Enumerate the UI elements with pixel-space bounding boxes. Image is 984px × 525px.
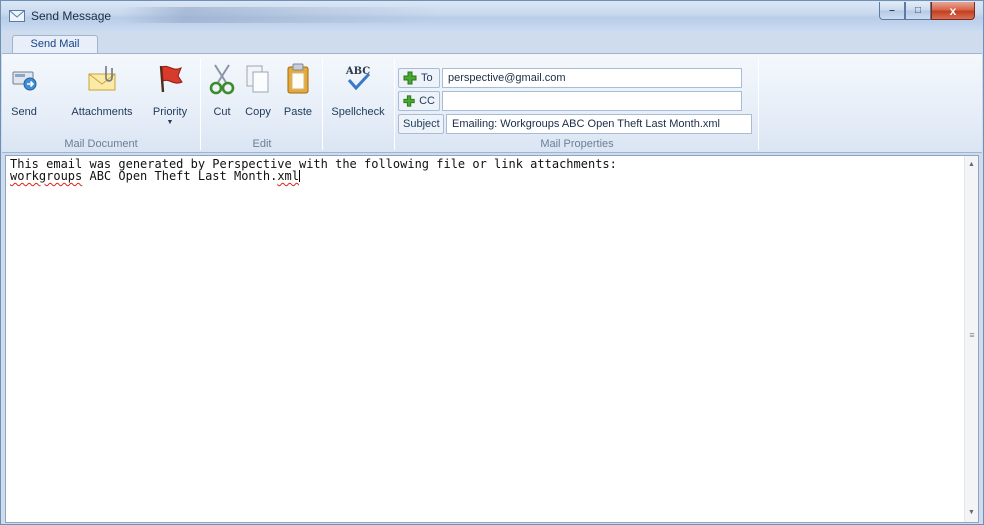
- spellcheck-label: Spellcheck: [331, 106, 385, 118]
- message-body-text[interactable]: This email was generated by Perspective …: [10, 158, 617, 182]
- ribbon-tab-row: Send Mail: [2, 31, 982, 54]
- send-message-window: Send Message – □ x Send Mail Send Attach…: [0, 0, 984, 525]
- paste-button[interactable]: Paste: [280, 62, 316, 118]
- close-button[interactable]: x: [931, 2, 975, 20]
- copy-label: Copy: [245, 106, 271, 118]
- minimize-icon: –: [889, 5, 895, 16]
- priority-button[interactable]: Priority ▼: [146, 62, 194, 126]
- scroll-up-icon[interactable]: ▲: [965, 158, 978, 172]
- to-input[interactable]: perspective@gmail.com: [442, 68, 742, 88]
- attachments-button[interactable]: Attachments: [64, 62, 140, 118]
- cc-row: CC: [398, 91, 742, 111]
- subject-row: Subject Emailing: Workgroups ABC Open Th…: [398, 114, 752, 134]
- close-icon: x: [949, 3, 957, 18]
- cc-button[interactable]: CC: [398, 91, 440, 111]
- plus-icon: [403, 95, 415, 107]
- flag-icon: [159, 65, 183, 93]
- group-divider-inner: [322, 58, 323, 150]
- cc-label: CC: [419, 95, 435, 107]
- scroll-grip-icon[interactable]: ≡: [968, 330, 976, 340]
- priority-label: Priority: [152, 106, 188, 118]
- group-edit: Cut Copy Paste ABC Spellcheck Edit: [202, 54, 394, 152]
- plus-icon: [403, 71, 417, 85]
- group-divider: [758, 58, 759, 150]
- minimize-button[interactable]: –: [879, 2, 905, 20]
- maximize-icon: □: [914, 5, 922, 16]
- envelope-icon: [9, 10, 25, 22]
- paste-label: Paste: [283, 106, 313, 118]
- title-bar-blur: [121, 7, 441, 23]
- subject-input[interactable]: Emailing: Workgroups ABC Open Theft Last…: [446, 114, 752, 134]
- group-label-mail-document: Mail Document: [64, 138, 138, 150]
- cut-label: Cut: [213, 106, 231, 118]
- to-button[interactable]: To: [398, 68, 440, 88]
- to-row: To perspective@gmail.com: [398, 68, 742, 88]
- copy-button[interactable]: Copy: [242, 62, 274, 118]
- copy-icon: [246, 65, 269, 93]
- misspelled-word: xml: [277, 169, 300, 183]
- text-caret: [299, 170, 301, 182]
- maximize-button[interactable]: □: [905, 2, 931, 20]
- group-divider: [200, 58, 201, 150]
- send-label: Send: [11, 106, 37, 118]
- spellcheck-button[interactable]: ABC Spellcheck: [328, 62, 388, 118]
- paste-icon: [287, 63, 309, 94]
- window-controls: – □ x: [879, 2, 975, 20]
- cut-button[interactable]: Cut: [206, 62, 238, 118]
- send-icon: [12, 71, 37, 91]
- group-divider: [394, 58, 395, 150]
- subject-label: Subject: [398, 114, 444, 134]
- attachments-label: Attachments: [71, 106, 133, 118]
- tab-send-mail[interactable]: Send Mail: [12, 35, 98, 54]
- window-title: Send Message: [31, 9, 112, 23]
- attachment-icon: [88, 66, 116, 91]
- spellcheck-icon: ABC: [345, 66, 370, 91]
- to-label: To: [421, 72, 433, 84]
- send-button[interactable]: Send: [6, 62, 42, 118]
- scissors-icon: [209, 64, 235, 95]
- vertical-scrollbar[interactable]: ▲ ≡ ▼: [964, 156, 978, 522]
- group-label-edit: Edit: [252, 138, 272, 150]
- title-bar[interactable]: Send Message – □ x: [1, 1, 983, 31]
- group-mail-properties: To perspective@gmail.com CC Subject Emai…: [396, 54, 758, 152]
- chevron-down-icon: ▼: [166, 119, 174, 126]
- body-line-2: ABC Open Theft Last Month.: [82, 169, 278, 183]
- ribbon: Send Attachments Priority ▼ Mail Documen…: [2, 53, 982, 153]
- misspelled-word: workgroups: [10, 169, 83, 183]
- group-mail-document: Send Attachments Priority ▼ Mail Documen…: [2, 54, 200, 152]
- group-label-mail-properties: Mail Properties: [540, 138, 614, 150]
- scroll-down-icon[interactable]: ▼: [965, 506, 978, 520]
- message-body-editor[interactable]: This email was generated by Perspective …: [5, 155, 979, 523]
- cc-input[interactable]: [442, 91, 742, 111]
